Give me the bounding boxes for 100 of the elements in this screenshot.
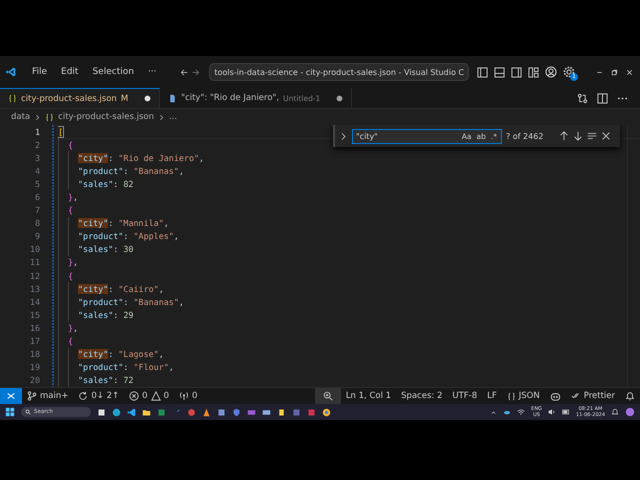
zoom-in-icon [322, 391, 333, 401]
braces-icon [8, 94, 17, 103]
sidebar-layout-icon[interactable] [477, 66, 488, 78]
notification-bell-icon[interactable] [611, 408, 619, 416]
menu-item[interactable]: Selection [87, 65, 139, 79]
code-line: "product": "Bananas", [78, 164, 184, 178]
code-line: "city": "Caiiro", [78, 282, 164, 296]
copilot-icon [550, 390, 561, 402]
code-line: "sales": 82 [78, 178, 134, 190]
volume-icon[interactable] [548, 408, 556, 416]
line-number: 14 [28, 296, 41, 307]
line-number: 18 [28, 349, 41, 360]
breadcrumb-item[interactable]: ... [168, 112, 178, 122]
customize-layout-icon[interactable] [528, 66, 539, 78]
account-icon[interactable] [545, 66, 557, 78]
branch-button[interactable]: main+ [22, 388, 74, 404]
chevron-right-icon [158, 114, 165, 120]
code-line: "city": "Rio de Janiero", [78, 152, 204, 164]
language-mode-button[interactable]: JSON [502, 388, 545, 404]
file-icon [168, 94, 178, 102]
code-line: { [68, 204, 74, 217]
vscode-logo-icon [6, 65, 16, 79]
line-number: 12 [28, 270, 41, 281]
folder-icon[interactable] [142, 408, 151, 416]
code-line: "city": "Lagose", [78, 348, 164, 361]
line-number: 16 [28, 322, 41, 333]
code-line: }, [68, 322, 78, 334]
chevron-up-icon[interactable] [490, 408, 498, 416]
next-match-arrow-icon[interactable] [573, 131, 584, 141]
windows-logo-icon[interactable] [5, 407, 15, 417]
breadcrumb-item[interactable]: city-product-sales.json [58, 112, 154, 122]
back-arrow-icon[interactable] [180, 66, 188, 78]
line-number: 3 [34, 152, 41, 163]
menu-item[interactable]: Edit [56, 65, 84, 79]
wifi-icon[interactable] [517, 408, 526, 416]
line-ending-button[interactable]: LF [482, 388, 502, 404]
cursor-position-button[interactable]: Ln 1, Col 1 [340, 388, 396, 404]
battery-icon[interactable] [562, 408, 570, 416]
braces-icon [506, 392, 516, 400]
line-number: 8 [34, 218, 41, 228]
secondary-sidebar-icon[interactable] [511, 66, 522, 78]
code-line: "product": "Apples", [78, 230, 179, 243]
panel-layout-icon[interactable] [494, 66, 505, 78]
code-line: { [68, 138, 74, 152]
sync-button[interactable]: 0↓ 2↑ [73, 388, 124, 404]
more-menu[interactable]: ··· [142, 65, 162, 79]
line-number: 6 [34, 192, 41, 202]
expand-replace-chevron-icon[interactable] [339, 132, 348, 140]
code-line: }, [68, 191, 78, 204]
code-line: }, [68, 256, 78, 270]
broadcast-icon [178, 391, 189, 401]
line-number: 2 [34, 140, 41, 150]
encoding-button[interactable]: UTF-8 [447, 388, 482, 404]
warning-icon [150, 391, 161, 401]
line-number: 1 [34, 126, 41, 137]
code-line: "sales": 29 [78, 308, 134, 322]
cloud-icon[interactable] [503, 408, 512, 416]
line-number: 19 [28, 362, 41, 372]
line-number: 15 [28, 310, 41, 320]
code-line: "city": "Mannila", [78, 217, 169, 230]
forward-arrow-icon[interactable] [192, 66, 200, 78]
cone-app-icon[interactable] [202, 408, 211, 416]
problems-button[interactable]: 0 0 [124, 388, 174, 404]
settings-icon[interactable] [563, 66, 575, 78]
line-number: 17 [28, 336, 41, 346]
line-number: 10 [28, 244, 41, 254]
previous-match-arrow-icon[interactable] [559, 131, 570, 141]
command-center[interactable]: tools-in-data-science - city-product-sales.json - Visual Studio C [209, 63, 469, 81]
find-in-selection-icon[interactable] [587, 131, 598, 141]
compare-changes-icon[interactable] [577, 92, 588, 104]
shield-app-icon[interactable] [232, 408, 241, 416]
branch-icon [27, 391, 37, 401]
remote-button[interactable] [0, 388, 22, 404]
line-number: 13 [28, 284, 41, 294]
breadcrumb-item[interactable]: data [11, 112, 30, 122]
indentation-button[interactable]: Spaces: 2 [396, 388, 448, 404]
split-editor-icon[interactable] [597, 92, 608, 104]
code-line: { [68, 335, 74, 348]
code-line: "product": "Bananas", [78, 296, 184, 308]
close-icon[interactable] [625, 68, 634, 76]
line-number: 7 [34, 205, 41, 216]
search-icon [25, 409, 31, 415]
error-icon [129, 391, 140, 401]
remote-icon [6, 391, 16, 401]
braces-icon [45, 112, 54, 122]
ports-button[interactable]: 0 [174, 388, 202, 404]
code-line: "product": "Flour", [78, 361, 174, 374]
bell-icon [625, 391, 635, 401]
zoom-button[interactable] [314, 388, 341, 404]
chevron-right-icon [34, 114, 42, 120]
close-icon[interactable] [601, 131, 612, 141]
code-line: "sales": 30 [78, 243, 134, 256]
restore-icon[interactable] [610, 68, 619, 76]
line-number: 11 [28, 257, 41, 268]
editor-tab[interactable]: city-product-sales.json M [0, 88, 160, 108]
vscode-app-icon[interactable] [127, 408, 136, 416]
prettier-button[interactable]: Prettier [566, 388, 620, 404]
menu-item[interactable]: File [26, 65, 52, 79]
line-number: 9 [34, 231, 41, 242]
line-number: 5 [34, 178, 41, 189]
